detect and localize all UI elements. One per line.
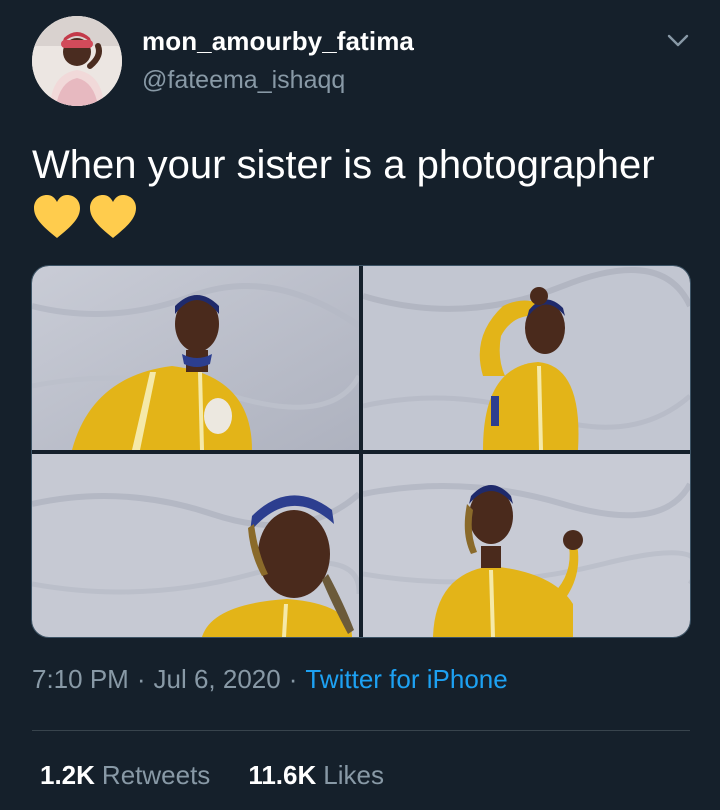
retweets-stat[interactable]: 1.2K Retweets [40,760,210,791]
tweet-time[interactable]: 7:10 PM [32,664,129,694]
tweet-stats: 1.2K Retweets 11.6K Likes [40,760,384,791]
tweet-header: mon_amourby_fatima @fateema_ishaqq [32,16,692,108]
tweet-emoji [32,194,138,240]
yellow-heart-icon [90,195,136,238]
tweet-source-link[interactable]: Twitter for iPhone [305,664,507,694]
avatar-image [32,16,122,106]
likes-stat[interactable]: 11.6K Likes [248,760,384,791]
meta-separator: · [288,664,298,694]
retweets-label: Retweets [101,760,211,790]
tweet-date[interactable]: Jul 6, 2020 [154,664,281,694]
user-handle[interactable]: @fateema_ishaqq [142,66,345,95]
photo-4[interactable] [363,454,690,637]
chevron-down-icon[interactable] [664,26,692,54]
meta-separator: · [136,664,146,694]
photo-3[interactable] [32,454,359,637]
likes-count: 11.6K [248,760,317,790]
tweet-text: When your sister is a photographer [32,143,655,187]
retweets-count: 1.2K [40,760,95,790]
photo-1[interactable] [32,266,359,450]
yellow-heart-icon [34,195,80,238]
photo-2[interactable] [363,266,690,450]
likes-label: Likes [323,760,384,790]
avatar[interactable] [32,16,122,106]
display-name[interactable]: mon_amourby_fatima [142,26,414,57]
tweet-meta: 7:10 PM · Jul 6, 2020 · Twitter for iPhone [32,664,508,695]
divider [32,730,690,731]
media-grid [31,265,691,638]
